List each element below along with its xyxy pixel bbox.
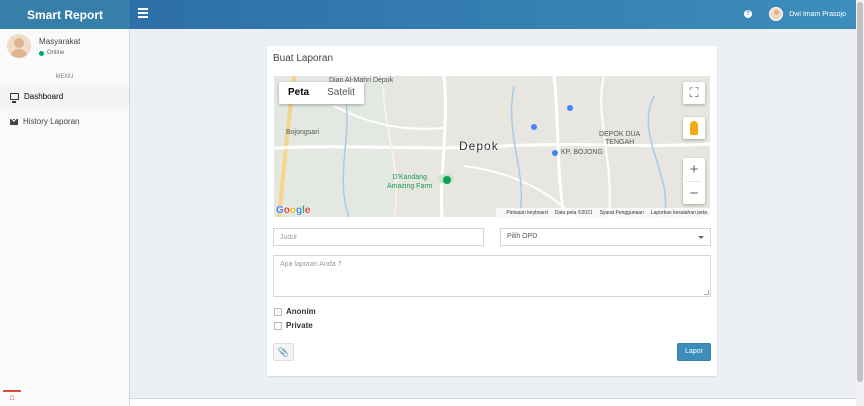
- question-circle-icon[interactable]: ?: [744, 10, 752, 18]
- zoom-out-button[interactable]: −: [683, 182, 705, 205]
- poi-line-2: Amazing Farm: [387, 183, 433, 190]
- anonim-label: Anonim: [286, 307, 316, 316]
- terms-link[interactable]: Syarat Penggunaan: [600, 210, 644, 216]
- avatar: [769, 7, 784, 21]
- map-label: TENGAH: [605, 139, 635, 146]
- resize-grip-icon[interactable]: [704, 290, 709, 295]
- online-dot-icon: [39, 50, 44, 56]
- menu-header: MENU: [55, 74, 74, 80]
- attach-file-button[interactable]: 📎: [273, 343, 294, 361]
- fullscreen-icon[interactable]: ⛶: [683, 82, 705, 104]
- paperclip-icon: 📎: [277, 347, 290, 357]
- map-footer: Pintasan keyboard Data peta ©2021 Syarat…: [496, 208, 710, 217]
- caret-down-icon: [698, 236, 704, 239]
- map-poi-label: D'Kandang Amazing Farm: [387, 173, 433, 191]
- user-menu-name: Dwi Imam Prasojo: [789, 10, 846, 18]
- top-navbar: Smart Report ? Dwi Imam Prasojo: [0, 0, 856, 29]
- box-title: Buat Laporan: [273, 53, 334, 64]
- sidebar-avatar: [7, 34, 31, 58]
- map-label: Dian Al-Mahri Depok: [329, 77, 394, 84]
- hamburger-icon[interactable]: [138, 8, 148, 20]
- private-label: Private: [286, 321, 313, 330]
- zoom-in-button[interactable]: +: [683, 158, 705, 181]
- private-checkbox-row[interactable]: Private: [274, 321, 313, 330]
- report-error-link[interactable]: Laporkan kesalahan peta: [651, 210, 707, 216]
- keyboard-shortcuts-link[interactable]: Pintasan keyboard: [506, 210, 547, 216]
- user-panel: Masyarakat Online: [0, 29, 129, 69]
- map-data-text: Data peta ©2021: [554, 209, 593, 216]
- sidebar-item-label: Dashboard: [24, 92, 64, 101]
- street-view-pegman-icon[interactable]: [683, 117, 705, 139]
- map-widget[interactable]: Peta Satelit Dian Al-Mahri Depok Bojongs…: [274, 76, 710, 217]
- anonim-checkbox-row[interactable]: Anonim: [274, 307, 316, 316]
- scrollbar-thumb[interactable]: [857, 2, 863, 382]
- private-checkbox[interactable]: [274, 321, 282, 330]
- report-form-box: Buat Laporan Peta Satelit Dian Al-Mahri …: [267, 46, 717, 376]
- status-text: Online: [47, 50, 65, 56]
- page-scrollbar[interactable]: [856, 0, 864, 406]
- laravel-icon[interactable]: ⌂: [3, 390, 21, 404]
- sidebar-item-label: History Laporan: [23, 117, 80, 126]
- sidebar-item-dashboard[interactable]: Dashboard: [0, 84, 129, 109]
- lapor-button[interactable]: Lapor: [677, 343, 711, 361]
- tab-satelit[interactable]: Satelit: [318, 82, 364, 104]
- map-label: DEPOK DUA: [599, 131, 641, 138]
- map-city-label: Depok: [459, 139, 499, 153]
- zoom-control: + −: [683, 158, 705, 204]
- status-badge: Online: [39, 50, 64, 56]
- sidebar-item-history-laporan[interactable]: History Laporan: [0, 109, 129, 134]
- judul-input[interactable]: [273, 228, 484, 246]
- map-label: KP. BOJONG: [561, 149, 603, 156]
- google-logo[interactable]: Google: [276, 205, 310, 216]
- footer-strip: [130, 398, 856, 406]
- envelope-icon: [10, 118, 18, 125]
- anonim-checkbox[interactable]: [274, 307, 282, 316]
- opd-select[interactable]: Pilih OPD: [500, 228, 711, 246]
- opd-selected-value: Pilih OPD: [507, 233, 538, 240]
- laporan-textarea[interactable]: [273, 255, 711, 297]
- sidebar-user-name: Masyarakat: [39, 37, 81, 46]
- sidebar: Masyarakat Online MENU Dashboard History…: [0, 29, 130, 406]
- brand-logo[interactable]: Smart Report: [0, 0, 130, 29]
- map-label: Bojongsari: [286, 129, 320, 136]
- user-menu[interactable]: Dwi Imam Prasojo: [769, 7, 846, 21]
- navbar: ? Dwi Imam Prasojo: [130, 0, 856, 29]
- poi-line-1: D'Kandang: [392, 174, 427, 181]
- map-type-tabs: Peta Satelit: [279, 82, 364, 104]
- tab-peta[interactable]: Peta: [279, 82, 318, 104]
- desktop-icon: [10, 93, 19, 103]
